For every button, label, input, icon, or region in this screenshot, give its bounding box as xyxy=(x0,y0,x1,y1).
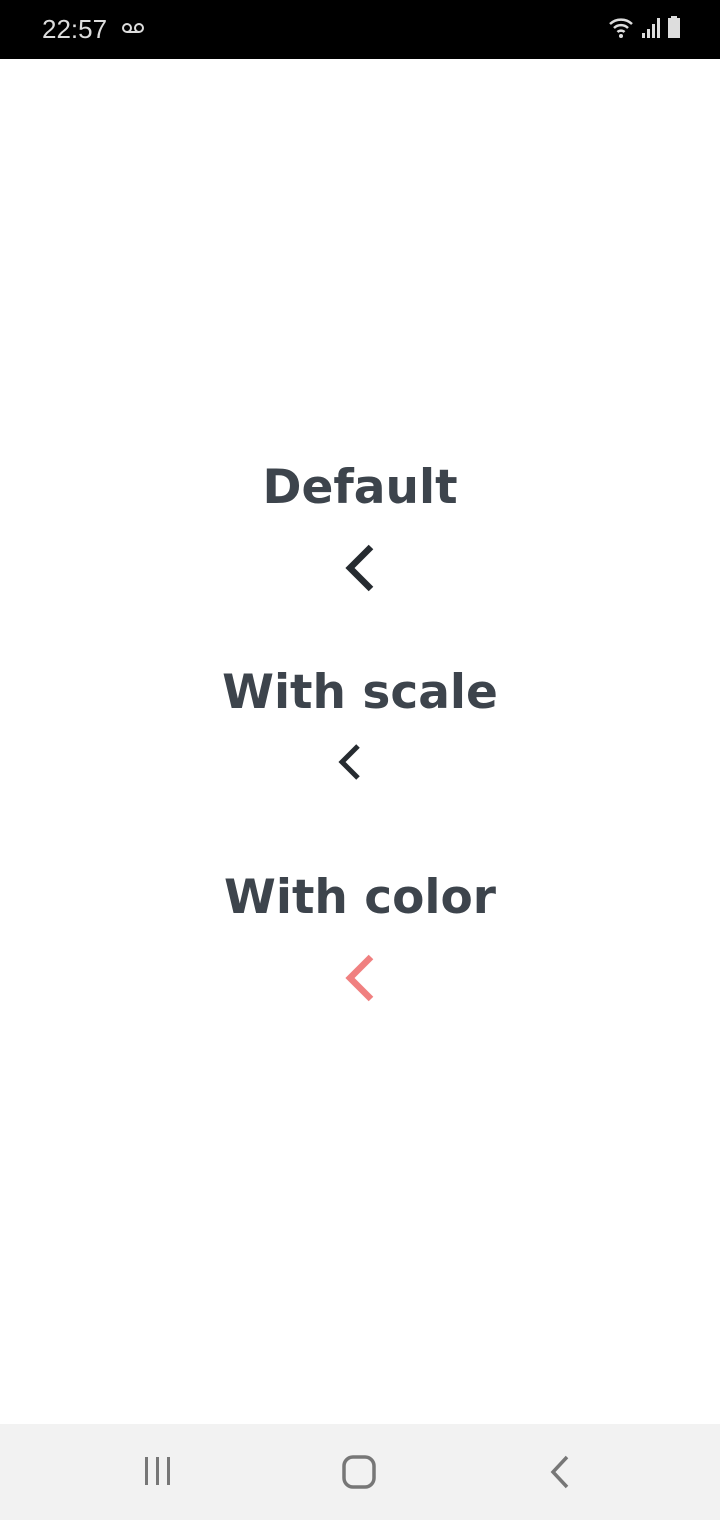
home-icon[interactable] xyxy=(341,1454,377,1494)
chevron-left-icon xyxy=(345,954,374,1002)
battery-icon xyxy=(668,16,680,38)
chevron-left-icon xyxy=(345,544,374,592)
wifi-icon xyxy=(609,18,633,38)
navigation-bar xyxy=(0,1424,720,1520)
status-time: 22:57 xyxy=(42,14,108,44)
voicemail-icon xyxy=(122,23,144,33)
chevron-left-icon xyxy=(338,744,360,780)
recent-apps-icon[interactable] xyxy=(143,1454,173,1492)
section-title: With scale xyxy=(222,665,498,720)
signal-icon xyxy=(642,18,660,38)
status-bar: 22:57 xyxy=(0,0,720,59)
section-title: Default xyxy=(262,460,458,515)
section-title: With color xyxy=(224,870,496,925)
back-icon[interactable] xyxy=(548,1454,572,1494)
